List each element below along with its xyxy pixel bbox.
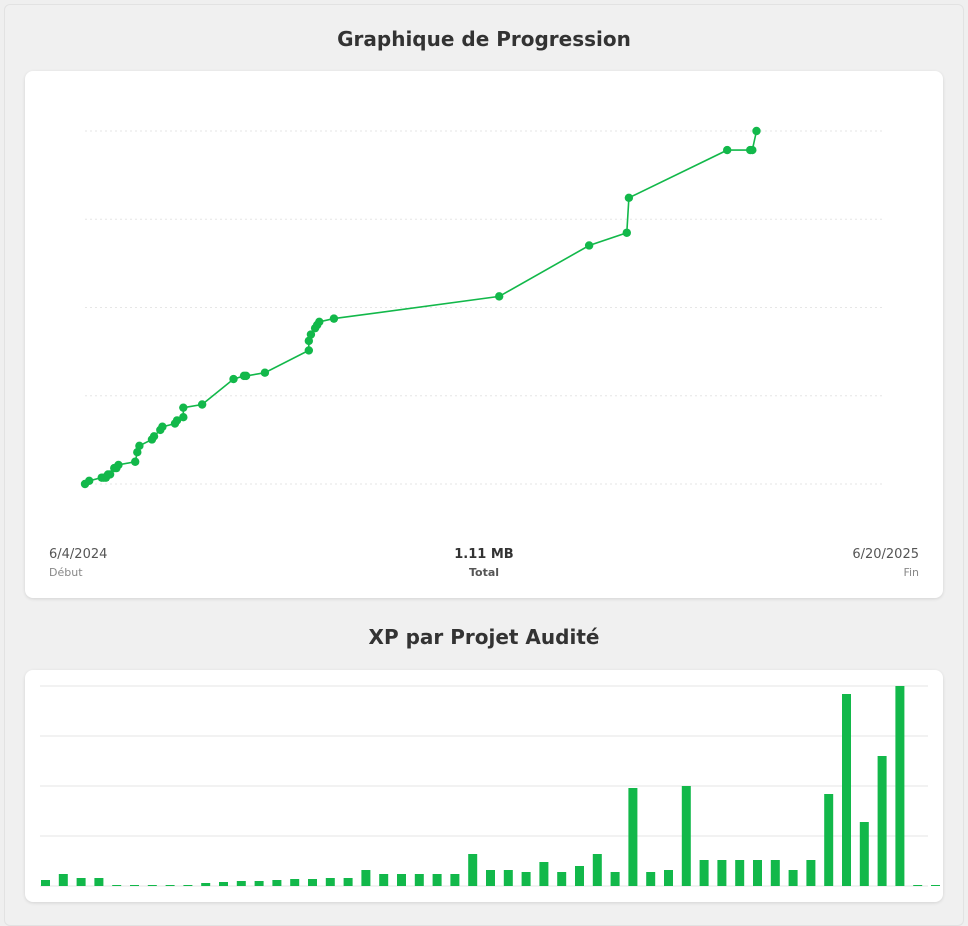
- data-point: [494, 292, 504, 301]
- xp-bar: [183, 885, 193, 886]
- end-block: 6/20/2025 Fin: [852, 547, 919, 579]
- xp-bar: [824, 794, 834, 886]
- xp-bar: [681, 786, 691, 886]
- data-point: [158, 422, 167, 431]
- xp-bar: [503, 870, 513, 886]
- xp-bar: [842, 694, 851, 886]
- progression-title: Graphique de Progression: [337, 27, 631, 51]
- data-point: [131, 457, 140, 466]
- xp-bar: [41, 880, 50, 886]
- xp-bar: [290, 879, 300, 886]
- xp-bar: [895, 686, 905, 886]
- xp-bar: [397, 874, 406, 886]
- progression-card: 6/4/2024 Début 1.11 MB Total 6/20/2025 F…: [25, 71, 943, 598]
- xp-bar: [699, 860, 709, 886]
- data-point: [624, 193, 634, 202]
- xp-bar: [308, 879, 317, 886]
- data-point: [114, 460, 123, 470]
- data-point: [622, 228, 631, 237]
- data-point: [752, 126, 761, 136]
- xp-bar: [165, 885, 175, 886]
- xp-bar: [361, 870, 371, 886]
- start-date: 6/4/2024: [49, 547, 108, 562]
- xp-bar: [236, 881, 246, 886]
- xp-bar: [592, 854, 602, 886]
- data-point: [748, 145, 757, 155]
- data-point: [584, 241, 594, 250]
- data-point: [197, 400, 207, 409]
- start-label: Début: [49, 566, 83, 579]
- xp-bar: [664, 870, 673, 886]
- data-point: [304, 346, 314, 355]
- data-point: [179, 403, 188, 412]
- data-point: [84, 476, 94, 486]
- data-point: [260, 368, 270, 377]
- xp-bar: [254, 881, 264, 886]
- end-date: 6/20/2025: [852, 547, 919, 562]
- xp-bar: [913, 885, 923, 886]
- end-label: Fin: [903, 566, 919, 579]
- data-point: [241, 371, 251, 381]
- xp-bar: [414, 874, 424, 886]
- xp-bar: [450, 874, 460, 886]
- xp-bar: [557, 872, 567, 886]
- data-point: [315, 317, 324, 327]
- xp-bar: [717, 860, 727, 886]
- xp-bar: [343, 878, 353, 886]
- xp-title: XP par Projet Audité: [368, 625, 600, 649]
- xp-bar: [521, 872, 531, 886]
- xp-bar: [788, 870, 798, 886]
- data-point: [329, 314, 339, 323]
- xp-bar: [147, 885, 157, 886]
- xp-bar: [130, 885, 139, 886]
- xp-bar: [201, 883, 211, 886]
- xp-bar: [468, 854, 478, 886]
- xp-bar: [76, 878, 86, 886]
- xp-bar: [770, 860, 780, 886]
- xp-bar: [219, 882, 228, 886]
- xp-bar-chart: [40, 685, 940, 887]
- total-block: 1.11 MB Total: [384, 547, 584, 579]
- xp-bar: [539, 862, 549, 886]
- xp-bar: [735, 860, 745, 886]
- xp-bar: [379, 874, 389, 886]
- total-label: Total: [468, 566, 500, 579]
- data-point: [179, 413, 188, 422]
- xp-bar: [575, 866, 584, 886]
- xp-bar: [628, 788, 638, 886]
- xp-bar: [432, 874, 442, 886]
- xp-bar: [272, 880, 282, 886]
- xp-bar: [112, 885, 122, 886]
- progression-line-chart: [80, 126, 884, 489]
- data-point: [229, 374, 238, 384]
- xp-bar: [859, 822, 869, 886]
- xp-bar: [94, 878, 104, 886]
- xp-bar: [646, 872, 656, 886]
- xp-card: [25, 670, 943, 902]
- xp-bar: [610, 872, 620, 886]
- data-point: [723, 145, 732, 155]
- xp-bar: [486, 870, 495, 886]
- xp-bar: [806, 860, 816, 886]
- start-block: 6/4/2024 Début: [49, 547, 107, 579]
- xp-bar: [931, 885, 940, 886]
- total-value: 1.11 MB: [454, 547, 514, 562]
- data-point: [135, 441, 144, 451]
- xp-bar: [325, 878, 335, 886]
- xp-bar: [877, 756, 887, 886]
- xp-bar: [753, 860, 762, 886]
- data-point: [149, 432, 159, 441]
- xp-bar: [58, 874, 68, 886]
